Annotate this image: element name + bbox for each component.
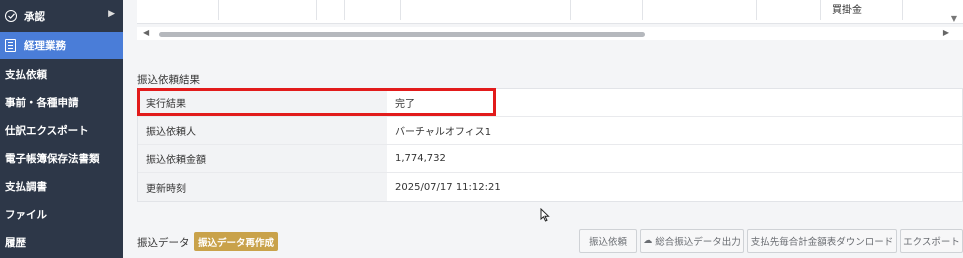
check-circle-icon — [5, 10, 17, 22]
section-title: 振込依頼結果 — [137, 74, 200, 86]
sidebar-item-accounting[interactable]: 経理業務 — [0, 32, 123, 59]
button-label: エクスポート — [903, 237, 960, 248]
scrollbar-thumb[interactable] — [159, 32, 645, 37]
sidebar-item-label: ファイル — [5, 208, 47, 221]
table-cell — [757, 0, 821, 20]
button-label: 振込依頼 — [588, 237, 627, 248]
table-cell — [317, 0, 345, 20]
transfer-data-label: 振込データ — [137, 237, 190, 249]
sidebar-item-label: 支払依頼 — [5, 68, 47, 81]
sidebar-item-approval[interactable]: 承認 ▶ — [0, 0, 123, 32]
download-payee-totals-button[interactable]: 支払先毎合計金額表ダウンロード — [747, 229, 897, 253]
sidebar-item-label: 経理業務 — [24, 40, 66, 52]
upper-table: 買掛金 ▼ — [137, 0, 963, 24]
export-button[interactable]: エクスポート — [900, 229, 963, 253]
sidebar-item-label: 電子帳簿保存法書類 — [5, 152, 100, 165]
row-value: 完了 — [395, 99, 415, 110]
document-icon — [5, 39, 16, 52]
row-label: 振込依頼人 — [138, 117, 387, 144]
sidebar-item-journal-export[interactable]: 仕訳エクスポート — [0, 116, 123, 144]
row-label: 振込依頼金額 — [138, 145, 387, 172]
table-row: 振込依頼金額 1,774,732 — [138, 145, 962, 173]
button-label: 支払先毎合計金額表ダウンロード — [750, 237, 894, 248]
sidebar-item-files[interactable]: ファイル — [0, 200, 123, 228]
sidebar-item-label: 履歴 — [5, 236, 26, 249]
sidebar-item-history[interactable]: 履歴 — [0, 228, 123, 256]
table-cell — [219, 0, 317, 20]
sidebar-item-e-books[interactable]: 電子帳簿保存法書類 — [0, 144, 123, 172]
scroll-left-icon[interactable]: ◀ — [143, 28, 149, 37]
result-table: 実行結果 完了 振込依頼人 バーチャルオフィス1 振込依頼金額 1,774,73… — [137, 88, 963, 202]
scroll-right-icon[interactable]: ▶ — [943, 28, 949, 37]
button-label: 総合振込データ出力 — [655, 237, 741, 248]
row-label: 更新時刻 — [138, 173, 387, 201]
sidebar-item-label: 支払調書 — [5, 180, 47, 193]
row-value: バーチャルオフィス1 — [395, 127, 492, 138]
sidebar: 承認 ▶ 経理業務 支払依頼 事前・各種申請 仕訳エクスポート 電子帳簿保存法書… — [0, 0, 123, 258]
mouse-cursor-icon — [540, 207, 550, 225]
table-cell — [137, 0, 219, 20]
row-value: 2025/07/17 11:12:21 — [395, 181, 501, 193]
sidebar-item-payment-record[interactable]: 支払調書 — [0, 172, 123, 200]
table-row: 実行結果 完了 — [138, 89, 962, 117]
export-bulk-transfer-button[interactable]: ☁ 総合振込データ出力 — [640, 229, 744, 253]
table-row: 振込依頼人 バーチャルオフィス1 — [138, 117, 962, 145]
table-cell — [345, 0, 401, 20]
table-cell-text: 買掛金 — [832, 5, 862, 16]
cloud-download-icon: ☁ — [643, 236, 653, 246]
table-cell — [643, 0, 757, 20]
chevron-right-icon: ▶ — [108, 9, 115, 19]
sidebar-item-label: 仕訳エクスポート — [5, 124, 89, 137]
row-label: 実行結果 — [138, 89, 387, 116]
transfer-request-button[interactable]: 振込依頼 — [579, 229, 637, 253]
horizontal-scrollbar[interactable]: ◀ ▶ — [137, 27, 963, 40]
row-value: 1,774,732 — [395, 153, 446, 164]
sidebar-item-label: 承認 — [24, 10, 45, 23]
main-content: 買掛金 ▼ ◀ ▶ 振込依頼結果 実行結果 完了 振込依頼人 バーチャルオフィス… — [123, 0, 963, 258]
sidebar-item-label: 事前・各種申請 — [5, 96, 79, 109]
sidebar-item-payment-request[interactable]: 支払依頼 — [0, 60, 123, 88]
table-cell — [571, 0, 643, 20]
recreate-transfer-data-button[interactable]: 振込データ再作成 — [194, 232, 278, 251]
table-row: 更新時刻 2025/07/17 11:12:21 — [138, 173, 962, 201]
table-cell — [401, 0, 571, 20]
sidebar-item-pre-application[interactable]: 事前・各種申請 — [0, 88, 123, 116]
chevron-down-icon[interactable]: ▼ — [951, 14, 957, 23]
